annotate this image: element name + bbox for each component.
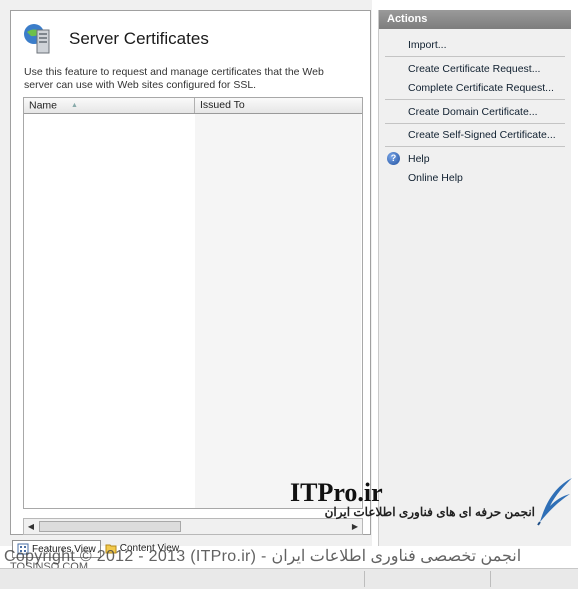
scroll-right-icon[interactable]: ▶ [348,519,362,534]
issued-to-column-body [195,114,361,508]
separator [385,99,565,100]
actions-pane: Actions Import... Create Certificate Req… [378,10,571,546]
column-label-name: Name [29,99,58,112]
feature-panel: Server Certificates Use this feature to … [10,10,371,535]
table-header: Name ▲ Issued To [24,98,362,114]
server-icon [23,23,53,55]
certificates-table[interactable]: Name ▲ Issued To [23,97,363,509]
sort-ascending-icon: ▲ [71,102,78,109]
separator [385,123,565,124]
create-certificate-request-action[interactable]: Create Certificate Request... [408,63,540,75]
column-header-name[interactable]: Name ▲ [24,98,195,113]
help-action[interactable]: Help [408,153,430,165]
feature-description: Use this feature to request and manage c… [24,66,324,91]
watermark-brand: ITPro.ir [290,478,383,507]
status-bar [0,568,578,589]
main-frame: Server Certificates Use this feature to … [0,0,372,558]
page-header: Server Certificates [23,21,209,57]
actions-header: Actions [379,10,571,29]
scrollbar-thumb[interactable] [39,521,181,532]
column-header-issued-to[interactable]: Issued To [195,98,362,113]
column-label-issued-to: Issued To [200,99,245,111]
import-action[interactable]: Import... [408,39,447,51]
horizontal-scrollbar[interactable]: ◀ ▶ [23,518,363,535]
status-divider [364,571,365,587]
separator [385,146,565,147]
complete-certificate-request-action[interactable]: Complete Certificate Request... [408,82,554,94]
create-self-signed-certificate-action[interactable]: Create Self-Signed Certificate... [408,129,556,141]
create-domain-certificate-action[interactable]: Create Domain Certificate... [408,106,538,118]
online-help-action[interactable]: Online Help [408,172,463,184]
scroll-left-icon[interactable]: ◀ [24,519,38,534]
help-icon: ? [387,152,400,165]
separator [385,56,565,57]
status-divider [490,571,491,587]
watermark-subtitle: انجمن حرفه ای های فناوری اطلاعات ایران [324,505,535,519]
page-title: Server Certificates [69,29,209,48]
feather-logo-icon [537,478,572,526]
